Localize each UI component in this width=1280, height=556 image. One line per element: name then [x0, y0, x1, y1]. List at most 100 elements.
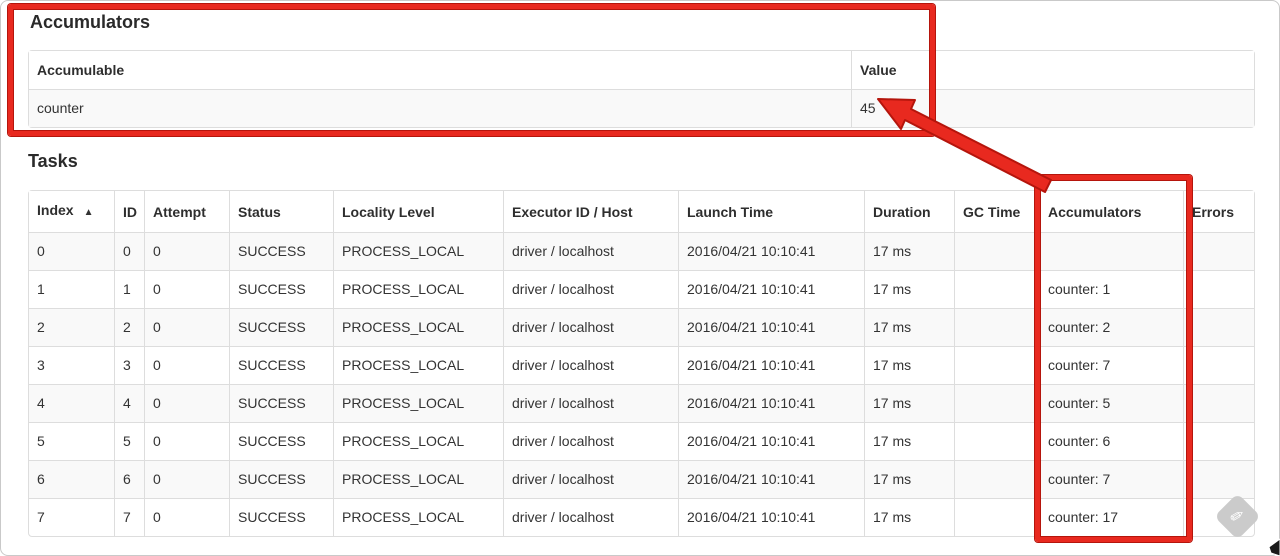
column-header-accumulable[interactable]: Accumulable [29, 51, 851, 89]
cell-launch-time: 2016/04/21 10:10:41 [678, 384, 864, 422]
accumulators-section-heading: Accumulators [30, 12, 151, 32]
cell-attempt: 0 [144, 498, 229, 536]
cell-attempt: 0 [144, 422, 229, 460]
cell-gc-time [954, 346, 1039, 384]
cell-duration: 17 ms [864, 498, 954, 536]
cell-gc-time [954, 384, 1039, 422]
cell-launch-time: 2016/04/21 10:10:41 [678, 498, 864, 536]
cell-launch-time: 2016/04/21 10:10:41 [678, 422, 864, 460]
cell-executor-id-host: driver / localhost [503, 384, 678, 422]
cell-executor-id-host: driver / localhost [503, 498, 678, 536]
cell-gc-time [954, 498, 1039, 536]
column-header-duration[interactable]: Duration [864, 191, 954, 232]
column-header-id[interactable]: ID [114, 191, 144, 232]
column-header-accumulators[interactable]: Accumulators [1039, 191, 1183, 232]
cell-accumulators: counter: 7 [1039, 460, 1183, 498]
cell-id: 0 [114, 232, 144, 270]
column-header-index-label: Index [37, 202, 74, 218]
cell-index: 5 [29, 422, 114, 460]
accumulators-header-row: Accumulable Value [29, 51, 1254, 89]
column-header-value[interactable]: Value [851, 51, 1254, 89]
cell-locality-level: PROCESS_LOCAL [333, 308, 503, 346]
cell-launch-time: 2016/04/21 10:10:41 [678, 270, 864, 308]
cell-gc-time [954, 460, 1039, 498]
cell-attempt: 0 [144, 384, 229, 422]
cell-status: SUCCESS [229, 270, 333, 308]
table-row: 1 1 0 SUCCESS PROCESS_LOCAL driver / loc… [29, 270, 1254, 308]
cell-launch-time: 2016/04/21 10:10:41 [678, 346, 864, 384]
cell-errors [1183, 270, 1254, 308]
cell-status: SUCCESS [229, 460, 333, 498]
cell-locality-level: PROCESS_LOCAL [333, 422, 503, 460]
column-header-errors[interactable]: Errors [1183, 191, 1254, 232]
column-header-gc-time[interactable]: GC Time [954, 191, 1039, 232]
cell-duration: 17 ms [864, 308, 954, 346]
table-row: counter 45 [29, 89, 1254, 127]
tasks-section-heading: Tasks [28, 151, 78, 171]
cell-duration: 17 ms [864, 460, 954, 498]
cell-errors [1183, 460, 1254, 498]
cell-gc-time [954, 232, 1039, 270]
cell-locality-level: PROCESS_LOCAL [333, 232, 503, 270]
cell-attempt: 0 [144, 308, 229, 346]
cell-locality-level: PROCESS_LOCAL [333, 384, 503, 422]
table-row: 2 2 0 SUCCESS PROCESS_LOCAL driver / loc… [29, 308, 1254, 346]
cell-locality-level: PROCESS_LOCAL [333, 460, 503, 498]
cell-index: 3 [29, 346, 114, 384]
cell-duration: 17 ms [864, 384, 954, 422]
cell-index: 0 [29, 232, 114, 270]
cell-status: SUCCESS [229, 308, 333, 346]
cell-launch-time: 2016/04/21 10:10:41 [678, 232, 864, 270]
cell-index: 1 [29, 270, 114, 308]
pencil-icon: ✏ [1226, 504, 1249, 529]
cell-accumulators: counter: 5 [1039, 384, 1183, 422]
cell-executor-id-host: driver / localhost [503, 346, 678, 384]
cell-status: SUCCESS [229, 498, 333, 536]
cell-launch-time: 2016/04/21 10:10:41 [678, 460, 864, 498]
table-row: 0 0 0 SUCCESS PROCESS_LOCAL driver / loc… [29, 232, 1254, 270]
column-header-launch-time[interactable]: Launch Time [678, 191, 864, 232]
cell-attempt: 0 [144, 270, 229, 308]
cell-accumulators: counter: 7 [1039, 346, 1183, 384]
cell-launch-time: 2016/04/21 10:10:41 [678, 308, 864, 346]
table-row: 7 7 0 SUCCESS PROCESS_LOCAL driver / loc… [29, 498, 1254, 536]
cell-locality-level: PROCESS_LOCAL [333, 346, 503, 384]
cell-errors [1183, 422, 1254, 460]
cell-errors [1183, 346, 1254, 384]
cell-status: SUCCESS [229, 346, 333, 384]
column-header-status[interactable]: Status [229, 191, 333, 232]
cell-id: 5 [114, 422, 144, 460]
column-header-attempt[interactable]: Attempt [144, 191, 229, 232]
cell-accumulators: counter: 2 [1039, 308, 1183, 346]
cell-duration: 17 ms [864, 422, 954, 460]
cell-accumulators: counter: 6 [1039, 422, 1183, 460]
cell-duration: 17 ms [864, 346, 954, 384]
cell-attempt: 0 [144, 346, 229, 384]
column-header-executor-id-host[interactable]: Executor ID / Host [503, 191, 678, 232]
column-header-locality-level[interactable]: Locality Level [333, 191, 503, 232]
cell-accumulators: counter: 17 [1039, 498, 1183, 536]
cell-id: 7 [114, 498, 144, 536]
cell-executor-id-host: driver / localhost [503, 422, 678, 460]
cell-gc-time [954, 422, 1039, 460]
table-row: 6 6 0 SUCCESS PROCESS_LOCAL driver / loc… [29, 460, 1254, 498]
cell-attempt: 0 [144, 232, 229, 270]
cell-executor-id-host: driver / localhost [503, 270, 678, 308]
table-row: 4 4 0 SUCCESS PROCESS_LOCAL driver / loc… [29, 384, 1254, 422]
cell-id: 2 [114, 308, 144, 346]
cell-index: 2 [29, 308, 114, 346]
cell-status: SUCCESS [229, 232, 333, 270]
cell-accumulators [1039, 232, 1183, 270]
cell-errors [1183, 384, 1254, 422]
cell-locality-level: PROCESS_LOCAL [333, 270, 503, 308]
cell-attempt: 0 [144, 460, 229, 498]
cell-index: 7 [29, 498, 114, 536]
column-header-index[interactable]: Index ▲ [29, 191, 114, 232]
cell-status: SUCCESS [229, 422, 333, 460]
cell-id: 4 [114, 384, 144, 422]
cell-locality-level: PROCESS_LOCAL [333, 498, 503, 536]
cell-index: 4 [29, 384, 114, 422]
cell-gc-time [954, 308, 1039, 346]
table-row: 3 3 0 SUCCESS PROCESS_LOCAL driver / loc… [29, 346, 1254, 384]
cell-executor-id-host: driver / localhost [503, 308, 678, 346]
